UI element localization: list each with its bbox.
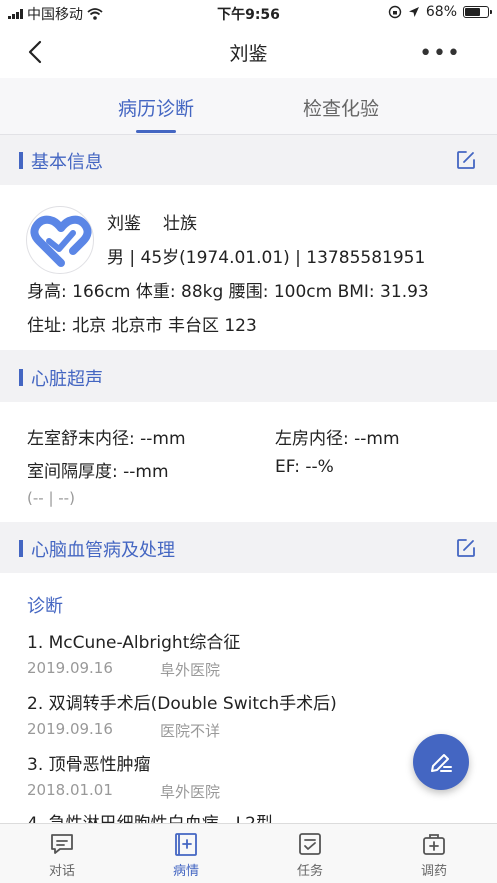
avatar: [26, 206, 94, 274]
segment-tabs: 病历诊断 检查化验: [0, 78, 497, 135]
battery-percent: 68%: [425, 4, 457, 20]
septum-thickness: 室间隔厚度: --mm: [27, 462, 169, 482]
active-tab-indicator: [136, 130, 176, 133]
cardio-card: 诊断 1. McCune-Albright综合征 2019.09.16 阜外医院…: [0, 573, 497, 823]
tab-label: 病情: [172, 864, 199, 879]
rotation-lock-icon: [388, 5, 402, 19]
diagnosis-name[interactable]: 3. 顶骨恶性肿瘤: [27, 750, 151, 775]
patient-demographics: 男 | 45岁(1974.01.01) | 13785581951: [107, 248, 426, 268]
echo-meta: (-- | --): [27, 489, 75, 507]
tab-label: 任务: [296, 864, 323, 879]
section-title: 心脏超声: [31, 369, 103, 390]
medical-record-icon: [175, 833, 197, 856]
medicine-kit-icon: [423, 834, 445, 855]
diagnosis-date: 2018.01.01: [27, 781, 113, 799]
tab-medical-diagnosis[interactable]: 病历诊断: [66, 94, 246, 121]
patient-name: 刘鉴: [107, 214, 141, 234]
section-accent-bar: [19, 152, 23, 169]
patient-body-metrics: 身高: 166cm 体重: 88kg 腰围: 100cm BMI: 31.93: [27, 282, 429, 302]
nav-bar: 刘鉴 •••: [0, 26, 497, 78]
lv-diameter: 左室舒末内径: --mm: [27, 429, 186, 449]
task-icon: [299, 833, 321, 855]
tab-label: 对话: [48, 864, 75, 879]
basic-info-header: 基本信息: [0, 135, 497, 185]
basic-info-card: 刘鉴 壮族 男 | 45岁(1974.01.01) | 13785581951 …: [0, 185, 497, 350]
diagnosis-label: 诊断: [27, 596, 63, 617]
tab-condition[interactable]: 病情: [151, 830, 221, 879]
echo-header: 心脏超声: [0, 352, 497, 402]
tab-tasks[interactable]: 任务: [275, 830, 345, 879]
bottom-tab-bar: 对话 病情 任务 调药: [0, 823, 497, 883]
location-icon: [408, 7, 419, 17]
diagnosis-hospital: 阜外医院: [160, 783, 221, 801]
diagnosis-name[interactable]: 2. 双调转手术后(Double Switch手术后): [27, 689, 337, 714]
patient-address: 住址: 北京 北京市 丰台区 123: [27, 316, 257, 336]
edit-icon[interactable]: [455, 149, 477, 171]
edit-icon[interactable]: [455, 537, 477, 559]
patient-ethnicity: 壮族: [163, 214, 197, 234]
diagnosis-date: 2019.09.16: [27, 720, 113, 738]
section-title: 基本信息: [31, 152, 103, 173]
pen-icon: [431, 754, 452, 772]
cardio-header: 心脑血管病及处理: [0, 523, 497, 573]
chat-icon: [51, 834, 73, 854]
echo-card: 左室舒末内径: --mm 左房内径: --mm 室间隔厚度: --mm EF: …: [0, 402, 497, 522]
diagnosis-date: 2019.09.16: [27, 659, 113, 677]
tab-label: 调药: [420, 864, 447, 879]
diagnosis-hospital: 阜外医院: [160, 661, 221, 679]
heart-logo-icon: [30, 215, 92, 267]
ejection-fraction: EF: --%: [275, 457, 334, 477]
diagnosis-name[interactable]: 4. 急性淋巴细胞性白血病，L2型: [27, 809, 273, 823]
more-options-button[interactable]: •••: [419, 41, 461, 66]
battery-icon: [463, 6, 492, 18]
write-note-button[interactable]: [413, 734, 469, 790]
la-diameter: 左房内径: --mm: [275, 429, 400, 449]
section-accent-bar: [19, 540, 23, 557]
tab-chat[interactable]: 对话: [27, 830, 97, 879]
tab-lab-tests[interactable]: 检查化验: [251, 94, 431, 121]
section-title: 心脑血管病及处理: [31, 540, 175, 561]
section-accent-bar: [19, 369, 23, 386]
tab-medication[interactable]: 调药: [399, 830, 469, 879]
diagnosis-hospital: 医院不详: [160, 722, 221, 740]
status-bar: 中国移动 下午9:56 68%: [0, 0, 497, 26]
diagnosis-name[interactable]: 1. McCune-Albright综合征: [27, 628, 240, 653]
